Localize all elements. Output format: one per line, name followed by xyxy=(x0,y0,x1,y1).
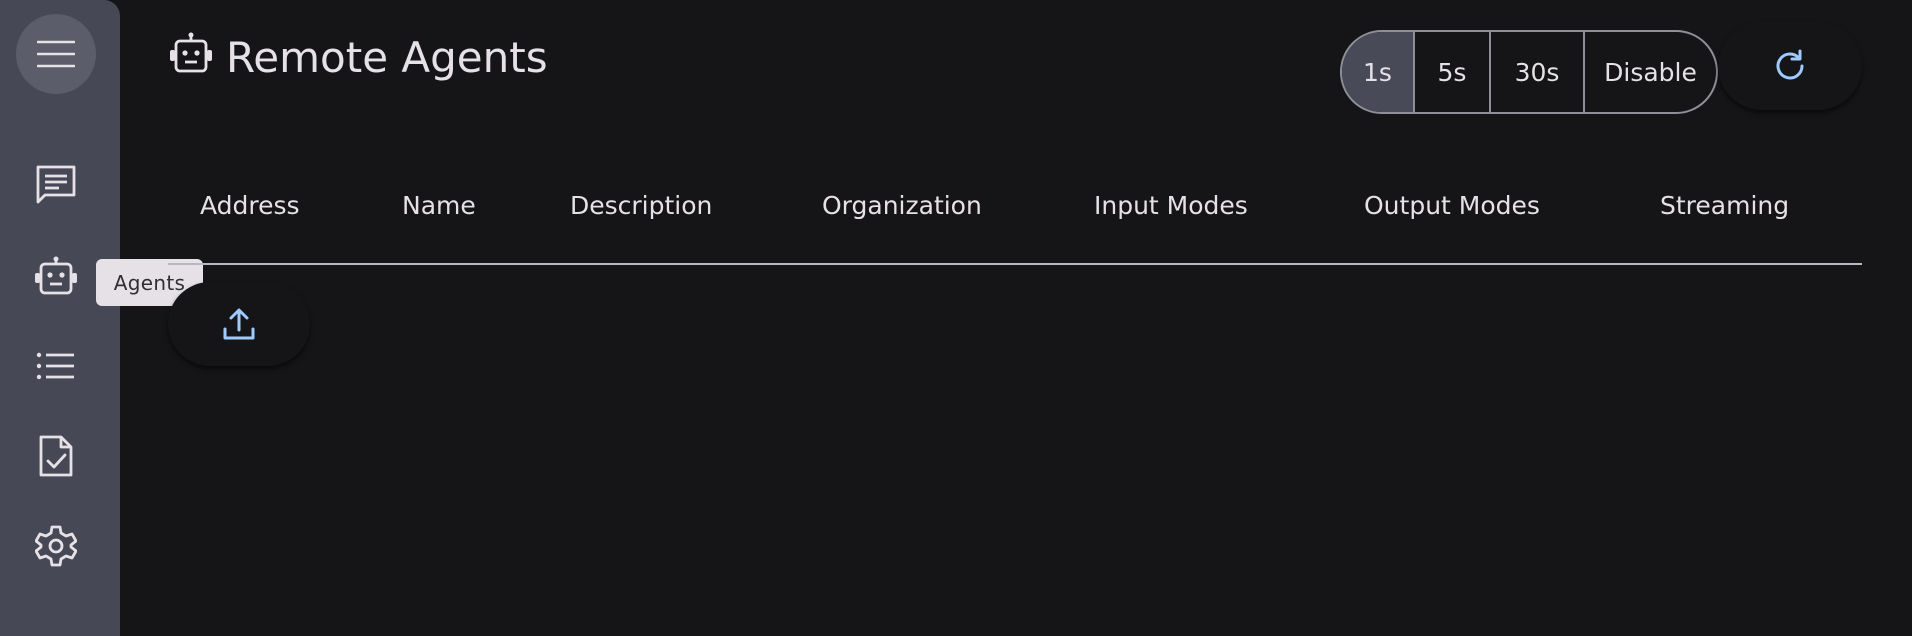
column-header-organization[interactable]: Organization xyxy=(822,191,982,220)
chat-icon xyxy=(36,165,76,204)
gear-icon xyxy=(35,525,77,567)
poll-interval-toggle-group: 1s 5s 30s Disable xyxy=(1340,30,1718,114)
robot-icon xyxy=(35,256,77,295)
document-check-icon xyxy=(39,435,73,477)
poll-interval-5s-button[interactable]: 5s xyxy=(1415,32,1491,112)
column-header-input-modes[interactable]: Input Modes xyxy=(1094,191,1248,220)
menu-icon xyxy=(37,40,75,68)
refresh-button[interactable] xyxy=(1718,22,1862,110)
upload-icon xyxy=(223,308,255,340)
sidebar-item-events[interactable] xyxy=(16,416,96,496)
agents-table-header: Address Name Description Organization In… xyxy=(168,165,1862,265)
page-title: Remote Agents xyxy=(226,33,548,82)
sidebar-item-chat[interactable] xyxy=(16,145,96,225)
refresh-icon xyxy=(1776,49,1804,80)
poll-interval-disable-button[interactable]: Disable xyxy=(1585,32,1716,112)
column-header-streaming[interactable]: Streaming xyxy=(1660,191,1789,220)
upload-agent-button[interactable] xyxy=(168,282,310,366)
sidebar-item-agents[interactable] xyxy=(16,236,96,316)
sidebar-item-settings[interactable] xyxy=(16,506,96,586)
poll-interval-30s-button[interactable]: 30s xyxy=(1491,32,1585,112)
robot-icon xyxy=(170,32,212,73)
column-header-output-modes[interactable]: Output Modes xyxy=(1364,191,1540,220)
menu-button[interactable] xyxy=(16,14,96,94)
column-header-description[interactable]: Description xyxy=(570,191,712,220)
column-header-name[interactable]: Name xyxy=(402,191,476,220)
sidebar-item-tasks[interactable] xyxy=(16,326,96,406)
poll-interval-1s-button[interactable]: 1s xyxy=(1342,32,1415,112)
sidebar xyxy=(0,0,120,636)
column-header-address[interactable]: Address xyxy=(200,191,300,220)
list-icon xyxy=(36,352,74,380)
